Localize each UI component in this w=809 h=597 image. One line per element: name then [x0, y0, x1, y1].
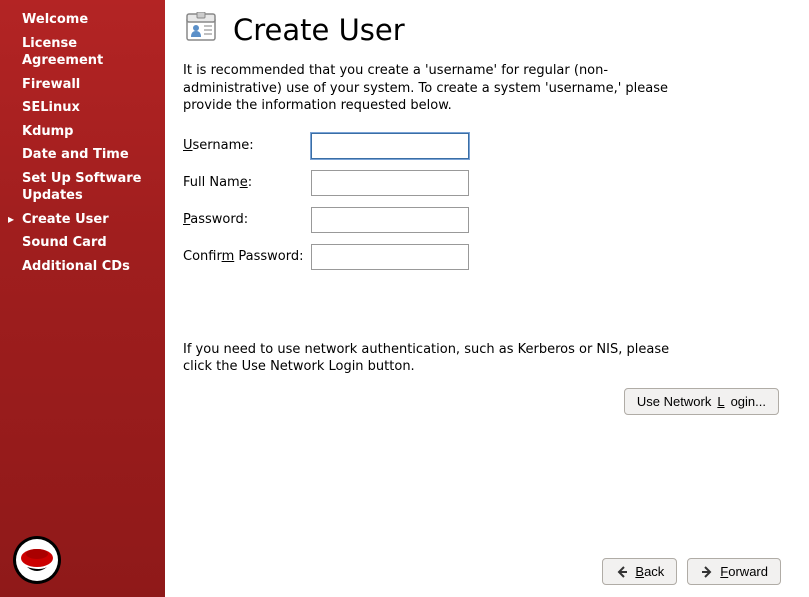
network-auth-note: If you need to use network authenticatio…: [183, 341, 693, 376]
arrow-right-icon: [700, 565, 714, 579]
page-title: Create User: [233, 13, 405, 47]
sidebar-item-additional-cds[interactable]: Additional CDs: [0, 255, 165, 279]
arrow-left-icon: [615, 565, 629, 579]
sidebar-item-updates[interactable]: Set Up Software Updates: [0, 167, 165, 208]
sidebar-item-datetime[interactable]: Date and Time: [0, 143, 165, 167]
page-header: Create User: [183, 12, 781, 48]
confirm-password-input[interactable]: [311, 244, 469, 270]
sidebar-item-welcome[interactable]: Welcome: [0, 8, 165, 32]
use-network-login-button[interactable]: Use Network Login...: [624, 388, 779, 415]
sidebar-item-selinux[interactable]: SELinux: [0, 96, 165, 120]
back-button[interactable]: Back: [602, 558, 677, 585]
fullname-label: Full Name:: [183, 175, 311, 190]
footer-buttons: Back Forward: [602, 558, 781, 585]
password-row: Password:: [183, 207, 781, 233]
user-badge-icon: [183, 12, 219, 48]
forward-button[interactable]: Forward: [687, 558, 781, 585]
fullname-input[interactable]: [311, 170, 469, 196]
redhat-logo: [12, 535, 62, 585]
confirm-password-row: Confirm Password:: [183, 244, 781, 270]
intro-text: It is recommended that you create a 'use…: [183, 62, 673, 115]
sidebar-item-firewall[interactable]: Firewall: [0, 73, 165, 97]
username-row: Username:: [183, 133, 781, 159]
sidebar-item-license[interactable]: License Agreement: [0, 32, 165, 73]
confirm-password-label: Confirm Password:: [183, 249, 311, 264]
username-label: Username:: [183, 138, 311, 153]
sidebar-item-kdump[interactable]: Kdump: [0, 120, 165, 144]
username-input[interactable]: [311, 133, 469, 159]
sidebar: Welcome License Agreement Firewall SELin…: [0, 0, 165, 597]
sidebar-item-create-user[interactable]: Create User: [0, 208, 165, 232]
main-content: Create User It is recommended that you c…: [165, 0, 809, 597]
sidebar-item-soundcard[interactable]: Sound Card: [0, 231, 165, 255]
password-input[interactable]: [311, 207, 469, 233]
fullname-row: Full Name:: [183, 170, 781, 196]
password-label: Password:: [183, 212, 311, 227]
